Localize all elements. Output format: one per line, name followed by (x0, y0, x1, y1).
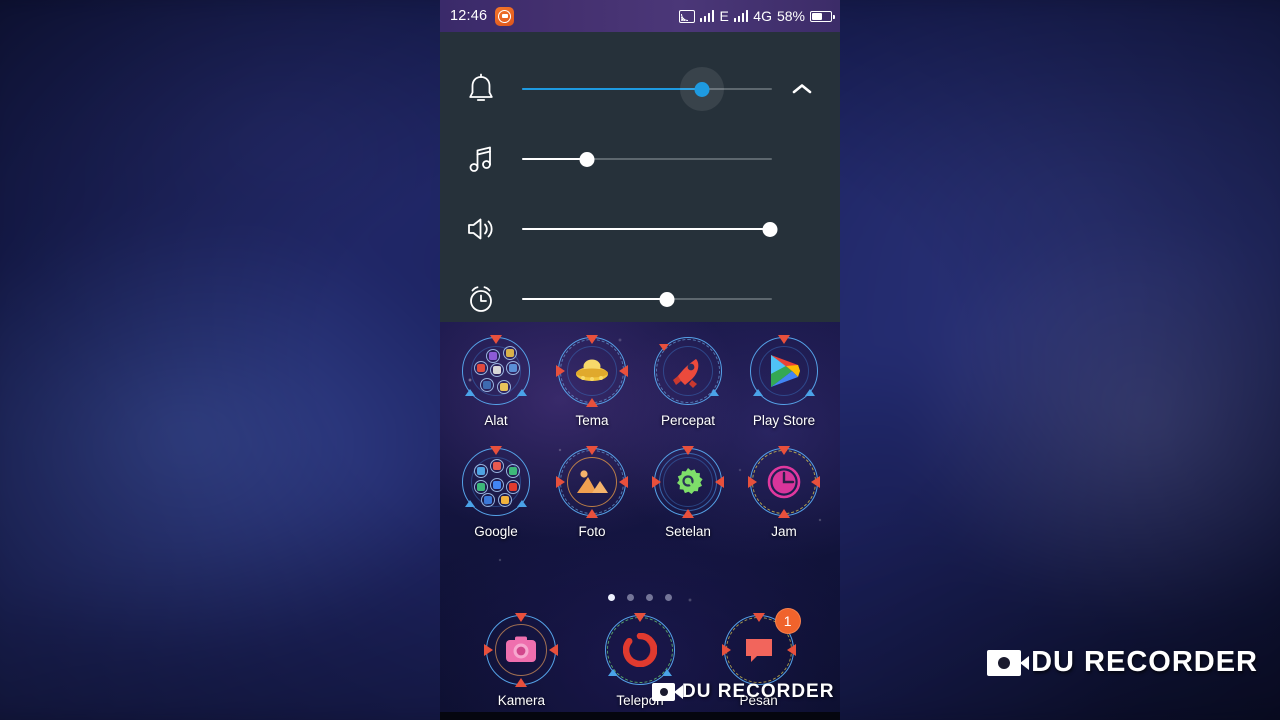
alarm-clock-icon (440, 283, 522, 315)
app-label: Alat (484, 413, 508, 428)
app-label: Foto (578, 524, 606, 539)
app-alat[interactable]: Alat (448, 335, 544, 428)
media-slider-thumb[interactable] (579, 151, 595, 167)
app-tema[interactable]: Tema (544, 335, 640, 428)
app-foto[interactable]: Foto (544, 446, 640, 539)
status-bar: 12:46 E 4G 58% (440, 0, 840, 32)
battery-percent-label: 58% (776, 8, 805, 24)
app-label: Play Store (752, 413, 816, 428)
settings-gear-icon[interactable] (652, 446, 724, 518)
du-recorder-tray-icon[interactable] (495, 6, 515, 26)
tools-folder-icon[interactable] (461, 335, 531, 406)
du-recorder-watermark-small: DU RECORDER (652, 681, 834, 703)
alarm-slider-thumb[interactable] (659, 291, 675, 307)
photos-icon[interactable] (556, 446, 628, 518)
navigation-bar (440, 712, 840, 720)
network-type-2: 4G (753, 8, 772, 24)
volume-row-system (440, 194, 840, 264)
app-grid: Alat Tema Percepat Play Store Google Fot… (440, 322, 840, 539)
network-type-1: E (719, 8, 729, 24)
app-setelan[interactable]: Setelan (640, 446, 736, 539)
bell-icon (440, 73, 522, 105)
signal-bars-icon (699, 10, 715, 22)
message-icon[interactable]: 1 (721, 608, 801, 686)
status-bar-left: 12:46 (450, 6, 515, 26)
status-bar-right: E 4G 58% (678, 8, 835, 24)
app-jam[interactable]: Jam (736, 446, 832, 539)
google-folder-icon[interactable] (461, 446, 531, 517)
volume-row-ringtone (440, 54, 840, 124)
page-dot-4[interactable] (665, 594, 672, 601)
screenshot-stage: 12:46 E 4G 58% Alat Tema Percepat Play S… (0, 0, 1280, 720)
phone-screen: 12:46 E 4G 58% Alat Tema Percepat Play S… (440, 0, 840, 720)
play-store-icon[interactable] (749, 335, 819, 406)
alarm-volume-slider[interactable] (522, 284, 772, 314)
app-label: Google (474, 524, 518, 539)
app-label: Kamera (497, 693, 545, 708)
speaker-icon (440, 214, 522, 244)
du-recorder-watermark-large: DU RECORDER (987, 646, 1258, 679)
dock-app-kamera[interactable]: Kamera (462, 613, 581, 708)
clock-icon[interactable] (748, 446, 820, 518)
expand-volume-panel-button[interactable] (782, 69, 822, 109)
ufo-theme-icon[interactable] (556, 335, 628, 407)
system-slider-thumb[interactable] (762, 221, 777, 237)
status-bar-clock: 12:46 (450, 8, 488, 24)
page-dot-1[interactable] (608, 594, 615, 601)
volume-row-media (440, 124, 840, 194)
app-play-store[interactable]: Play Store (736, 335, 832, 428)
ringtone-volume-slider[interactable] (522, 67, 772, 111)
watermark-text: DU RECORDER (1031, 646, 1258, 678)
app-label: Percepat (660, 413, 716, 428)
app-percepat[interactable]: Percepat (640, 336, 736, 428)
page-indicator[interactable] (440, 594, 840, 601)
home-screen: Alat Tema Percepat Play Store Google Fot… (440, 322, 840, 720)
page-dot-2[interactable] (627, 594, 634, 601)
app-label: Jam (771, 524, 797, 539)
app-label: Setelan (665, 524, 711, 539)
app-label: Tema (575, 413, 609, 428)
watermark-text: DU RECORDER (682, 681, 835, 702)
video-camera-icon (987, 649, 1022, 676)
screen-cast-icon (678, 9, 695, 23)
battery-icon (810, 10, 835, 22)
ringtone-slider-thumb[interactable] (694, 81, 710, 97)
rocket-booster-icon[interactable] (653, 336, 723, 406)
notification-badge: 1 (774, 608, 801, 634)
app-google[interactable]: Google (448, 446, 544, 539)
camera-icon[interactable] (484, 613, 559, 687)
volume-panel (440, 32, 840, 322)
signal-bars-icon-2 (733, 10, 749, 22)
phone-icon[interactable] (604, 613, 676, 686)
system-volume-slider[interactable] (522, 214, 777, 244)
page-dot-3[interactable] (646, 594, 653, 601)
music-note-icon (440, 143, 522, 175)
media-volume-slider[interactable] (522, 144, 772, 174)
video-camera-icon (652, 683, 675, 701)
